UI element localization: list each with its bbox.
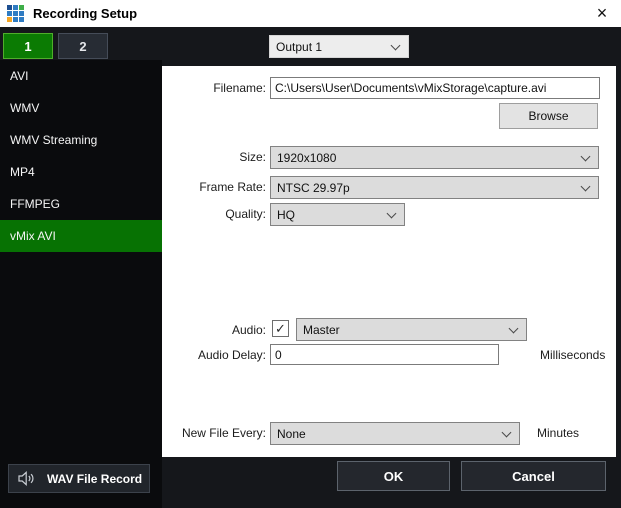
size-label: Size: (239, 150, 266, 164)
sidebar-item-ffmpeg[interactable]: FFMPEG (0, 188, 162, 220)
audio-delay-input[interactable] (270, 344, 499, 365)
wav-file-record-label: WAV File Record (47, 471, 143, 486)
chevron-down-icon (390, 40, 401, 51)
output-select-value: Output 1 (276, 39, 323, 54)
new-file-every-select[interactable]: None (270, 422, 520, 445)
close-icon[interactable]: × (589, 2, 615, 24)
cancel-button[interactable]: Cancel (461, 461, 606, 491)
new-file-every-select-value: None (277, 426, 306, 441)
new-file-every-label: New File Every: (181, 426, 266, 440)
quality-label: Quality: (225, 207, 266, 221)
sidebar-item-mp4[interactable]: MP4 (0, 156, 162, 188)
wav-file-record-button[interactable]: WAV File Record (8, 464, 150, 493)
audio-checkbox[interactable]: ✓ (272, 320, 289, 337)
ok-button[interactable]: OK (337, 461, 450, 491)
sidebar-item-wmv[interactable]: WMV (0, 92, 162, 124)
chevron-down-icon (508, 323, 519, 334)
checkmark-icon: ✓ (275, 321, 286, 336)
browse-button[interactable]: Browse (499, 103, 598, 129)
audio-source-select-value: Master (303, 322, 340, 337)
quality-select-value: HQ (277, 207, 295, 222)
recording-setup-window: Recording Setup × 1 2 Output 1 AVI WMV W… (0, 0, 621, 508)
format-sidebar: AVI WMV WMV Streaming MP4 FFMPEG vMix AV… (0, 60, 162, 508)
chevron-down-icon (501, 427, 512, 438)
chevron-down-icon (580, 181, 591, 192)
settings-panel: Filename: Browse Size: 1920x1080 Frame R… (162, 66, 616, 457)
tab-output-2[interactable]: 2 (58, 33, 108, 59)
audio-source-select[interactable]: Master (296, 318, 527, 341)
milliseconds-label: Milliseconds (540, 348, 606, 362)
minutes-label: Minutes (537, 426, 580, 440)
sidebar-item-wmv-streaming[interactable]: WMV Streaming (0, 124, 162, 156)
titlebar: Recording Setup × (0, 0, 621, 27)
chevron-down-icon (580, 151, 591, 162)
vmix-logo-icon (7, 5, 24, 22)
output-select[interactable]: Output 1 (269, 35, 409, 58)
audio-delay-label: Audio Delay: (197, 348, 266, 362)
speaker-icon (18, 471, 34, 486)
filename-label: Filename: (213, 81, 266, 95)
filename-input[interactable] (270, 77, 600, 99)
size-select[interactable]: 1920x1080 (270, 146, 599, 169)
size-select-value: 1920x1080 (277, 150, 337, 165)
sidebar-item-avi[interactable]: AVI (0, 60, 162, 92)
frame-rate-select[interactable]: NTSC 29.97p (270, 176, 599, 199)
frame-rate-select-value: NTSC 29.97p (277, 180, 350, 195)
tab-output-1[interactable]: 1 (3, 33, 53, 59)
frame-rate-label: Frame Rate: (199, 180, 266, 194)
sidebar-item-vmix-avi[interactable]: vMix AVI (0, 220, 162, 252)
quality-select[interactable]: HQ (270, 203, 405, 226)
window-title: Recording Setup (33, 6, 138, 21)
audio-label: Audio: (231, 323, 266, 337)
chevron-down-icon (386, 208, 397, 219)
